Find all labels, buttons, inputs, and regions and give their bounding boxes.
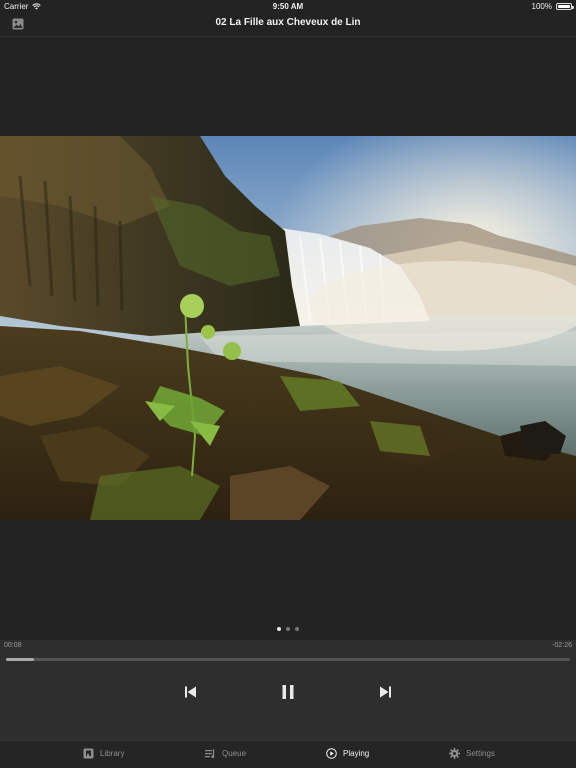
play-circle-icon [326,748,337,759]
skip-forward-icon[interactable] [376,682,396,702]
tab-library[interactable]: Library [83,748,124,759]
skip-back-icon[interactable] [180,682,200,702]
artwork-image[interactable] [0,136,576,520]
tab-label: Settings [466,749,495,758]
tab-bar: Library Queue Playing Settings [0,740,576,768]
battery-icon [556,3,574,10]
pause-icon[interactable] [278,682,298,702]
status-bar: Carrier 9:50 AM 100% [0,0,576,13]
status-battery-group: 100% [531,2,574,11]
battery-percent: 100% [531,2,552,11]
progress-slider[interactable] [6,658,570,661]
tab-settings[interactable]: Settings [449,748,495,759]
progress-fill [6,658,35,661]
time-elapsed: 00:08 [4,642,22,649]
track-title: 02 La Fille aux Cheveux de Lin [215,17,361,28]
transport-controls [0,682,576,702]
page-dot[interactable] [277,627,281,631]
nav-bar: 02 La Fille aux Cheveux de Lin [0,13,576,37]
tab-playing[interactable]: Playing [326,748,369,759]
tab-label: Playing [343,749,370,758]
tab-label: Queue [222,749,247,758]
page-dot[interactable] [295,627,299,631]
status-time: 9:50 AM [272,2,304,11]
tab-queue[interactable]: Queue [205,748,246,759]
page-indicator[interactable] [0,627,576,631]
player-panel: 00:08 -02:26 [0,640,576,740]
gear-icon [449,748,460,759]
library-icon [83,748,94,759]
page-dot[interactable] [286,627,290,631]
tab-label: Library [100,749,125,758]
queue-icon [205,749,215,759]
time-remaining: -02:26 [552,642,572,649]
